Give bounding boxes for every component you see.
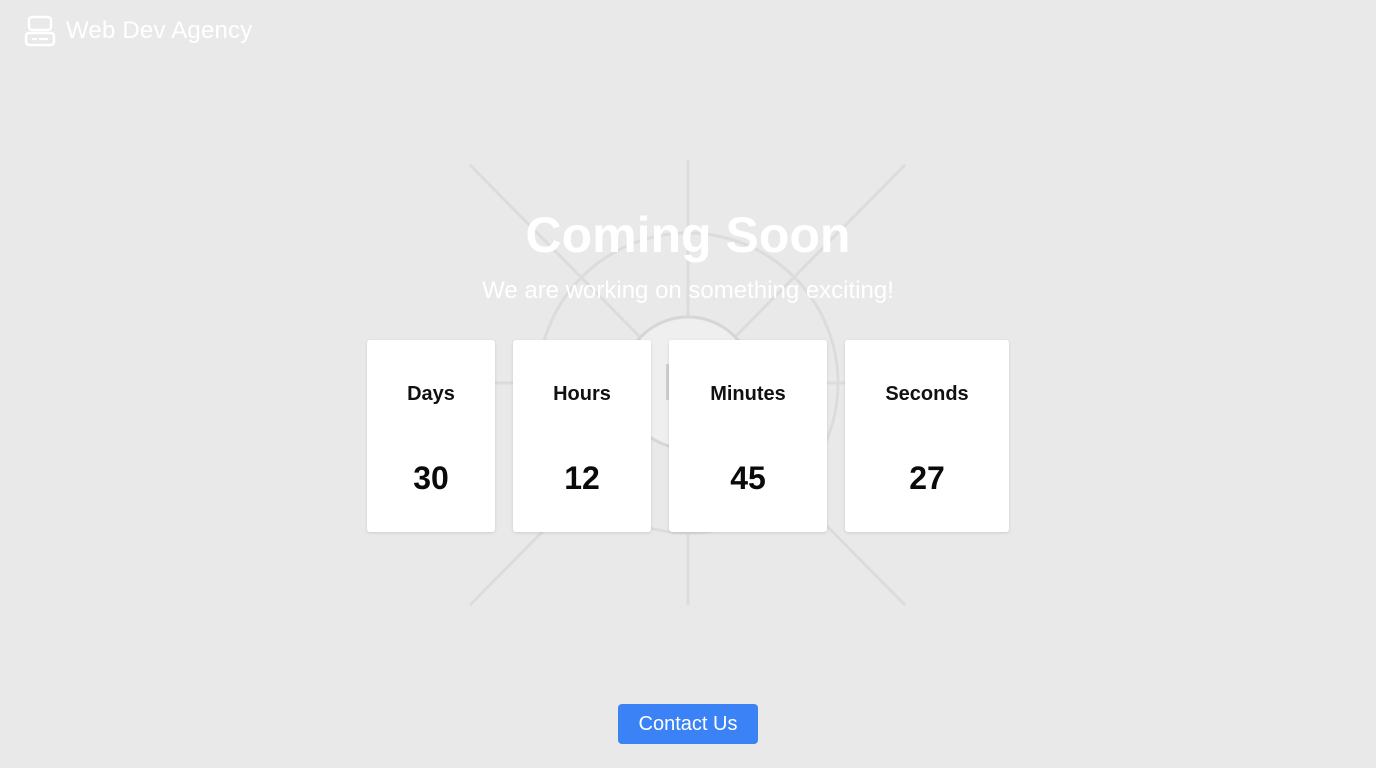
- brand[interactable]: Web Dev Agency: [24, 14, 252, 48]
- page-subtitle: We are working on something exciting!: [482, 277, 894, 304]
- countdown-label: Days: [407, 383, 455, 405]
- countdown-timer: Days 30 Hours 12 Minutes 45 Seconds 27: [0, 340, 1376, 532]
- countdown-value: 30: [413, 460, 449, 496]
- coming-soon-page: Web Dev Agency Coming Soon We are workin…: [0, 0, 1376, 768]
- countdown-label: Seconds: [885, 383, 969, 405]
- countdown-card-hours: Hours 12: [513, 340, 651, 532]
- countdown-label: Minutes: [710, 383, 786, 405]
- countdown-value: 27: [909, 460, 945, 496]
- contact-us-button[interactable]: Contact Us: [618, 704, 758, 744]
- brand-name: Web Dev Agency: [66, 17, 253, 44]
- server-icon: [24, 15, 56, 47]
- countdown-value: 45: [730, 460, 766, 496]
- countdown-value: 12: [564, 460, 600, 496]
- countdown-card-minutes: Minutes 45: [669, 340, 827, 532]
- countdown-card-seconds: Seconds 27: [845, 340, 1009, 532]
- page-title: Coming Soon: [525, 207, 851, 263]
- countdown-label: Hours: [553, 383, 611, 405]
- countdown-card-days: Days 30: [367, 340, 495, 532]
